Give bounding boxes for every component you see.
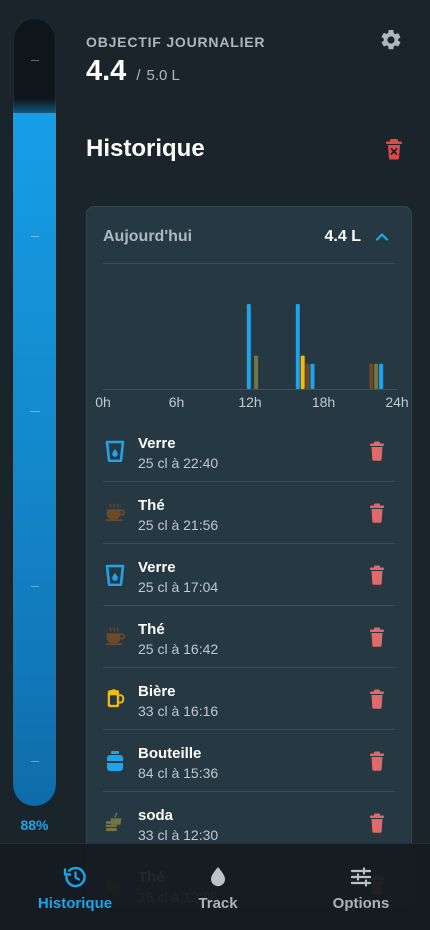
chart-bar <box>254 355 259 389</box>
progress-fill <box>13 98 56 806</box>
entry-name: soda <box>138 807 174 824</box>
entry-detail: 25 cl à 16:42 <box>138 641 219 657</box>
chart-bar <box>379 363 384 389</box>
chart-tick-label: 24h <box>385 394 408 410</box>
entry-detail: 33 cl à 12:30 <box>138 827 219 843</box>
glass-icon <box>105 564 125 587</box>
goal-total: 5.0 L <box>146 67 180 84</box>
bottle-icon <box>105 750 125 772</box>
gear-icon[interactable] <box>379 28 403 52</box>
delete-entry-icon[interactable] <box>369 565 385 585</box>
glass-icon <box>105 440 125 463</box>
list-item: Bière 33 cl à 16:16 <box>103 668 395 730</box>
progress-percent: 88% <box>20 817 49 833</box>
nav-track[interactable]: Track <box>173 844 263 930</box>
card-divider <box>103 263 395 264</box>
tube-tick <box>30 761 39 762</box>
nav-options-label: Options <box>332 895 390 912</box>
beer-icon <box>105 688 125 710</box>
sliders-icon <box>350 867 372 887</box>
chart-bar <box>246 304 251 389</box>
day-history-card: Aujourd'hui 4.4 L 0h 6h 12h 18h 24h Verre 25… <box>86 206 412 906</box>
chart-bar <box>310 363 315 389</box>
nav-track-label: Track <box>198 895 238 912</box>
entry-name: Thé <box>138 621 165 638</box>
list-item: Verre 25 cl à 22:40 <box>103 420 395 482</box>
chart-bar <box>305 363 310 389</box>
entry-name: Bière <box>138 683 176 700</box>
soda-icon <box>105 812 125 834</box>
entry-name: Bouteille <box>138 745 202 762</box>
entry-detail: 25 cl à 22:40 <box>138 455 219 471</box>
history-icon <box>63 866 86 888</box>
tube-tick <box>30 236 39 237</box>
entry-detail: 25 cl à 17:04 <box>138 579 219 595</box>
delete-entry-icon[interactable] <box>369 751 385 771</box>
tube-tick <box>30 586 39 587</box>
delete-entry-icon[interactable] <box>369 627 385 647</box>
chart-tick-label: 6h <box>169 394 185 410</box>
entry-name: Verre <box>138 559 176 576</box>
nav-history-label: Historique <box>37 895 113 912</box>
water-drop-icon <box>211 867 225 887</box>
card-day-total: 4.4 L <box>324 228 361 245</box>
daily-goal-label: OBJECTIF JOURNALIER <box>86 34 266 50</box>
chart-bar <box>374 363 379 389</box>
delete-entry-icon[interactable] <box>369 503 385 523</box>
card-header[interactable]: Aujourd'hui 4.4 L <box>103 227 395 247</box>
daily-goal-value: 4.4 / 5.0 L <box>86 55 180 88</box>
chevron-up-icon[interactable] <box>375 230 389 244</box>
entry-detail: 84 cl à 15:36 <box>138 765 219 781</box>
chart-tick-label: 0h <box>95 394 111 410</box>
chart-bar <box>300 355 305 389</box>
nav-history[interactable]: Historique <box>30 844 120 930</box>
progress-tube <box>13 18 56 806</box>
entry-detail: 33 cl à 16:16 <box>138 703 219 719</box>
nav-options[interactable]: Options <box>316 844 406 930</box>
tea-icon <box>105 626 125 648</box>
current-intake: 4.4 <box>86 55 127 87</box>
delete-entry-icon[interactable] <box>369 689 385 709</box>
list-item: Verre 25 cl à 17:04 <box>103 544 395 606</box>
list-item: Thé 25 cl à 21:56 <box>103 482 395 544</box>
list-item: Bouteille 84 cl à 15:36 <box>103 730 395 792</box>
chart-bar <box>295 304 300 389</box>
bottom-nav: Historique Track Options <box>0 843 430 930</box>
entry-list: Verre 25 cl à 22:40 Thé 25 cl à 21:56 Ve… <box>103 420 395 905</box>
entry-name: Thé <box>138 497 165 514</box>
delete-entry-icon[interactable] <box>369 813 385 833</box>
entry-detail: 25 cl à 21:56 <box>138 517 219 533</box>
goal-separator: / <box>136 67 141 84</box>
clear-history-icon[interactable] <box>384 138 404 160</box>
list-item: Thé 25 cl à 16:42 <box>103 606 395 668</box>
tube-tick <box>29 411 40 412</box>
card-day-label: Aujourd'hui <box>103 228 193 245</box>
chart-bar <box>369 363 374 389</box>
intake-chart: 0h 6h 12h 18h 24h <box>95 304 409 410</box>
delete-entry-icon[interactable] <box>369 441 385 461</box>
tea-icon <box>105 502 125 524</box>
entry-name: Verre <box>138 435 176 452</box>
history-title: Historique <box>86 135 205 162</box>
tube-tick <box>30 60 39 61</box>
chart-tick-label: 12h <box>238 394 261 410</box>
chart-tick-label: 18h <box>312 394 335 410</box>
